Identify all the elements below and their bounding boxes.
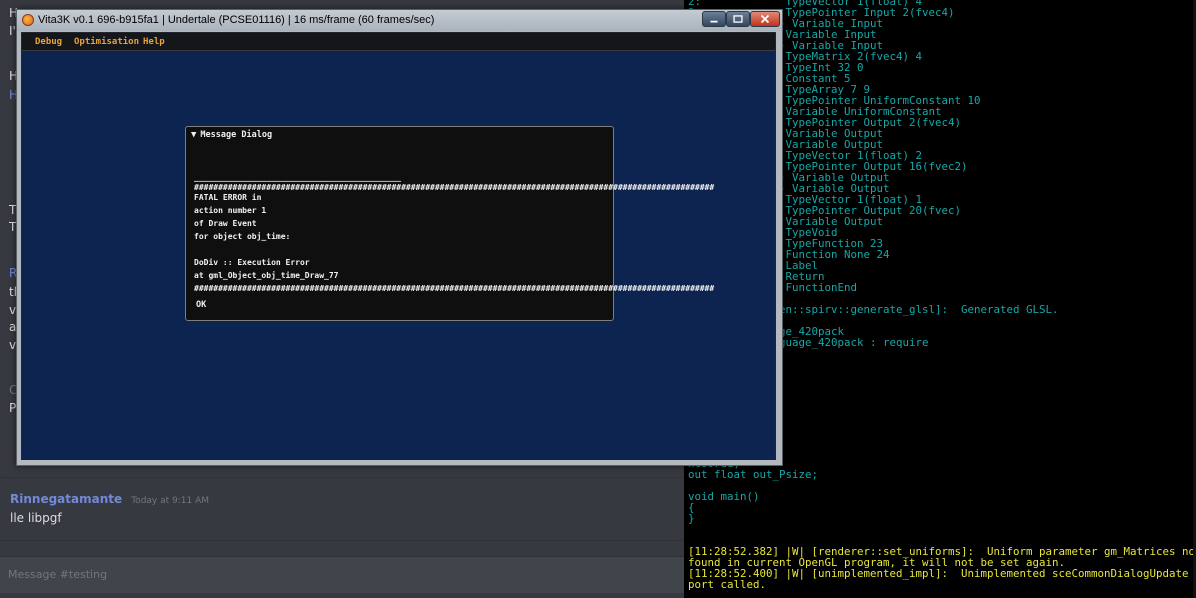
menu-help[interactable]: Help (143, 37, 165, 47)
message-input-placeholder: Message #testing (8, 568, 108, 581)
discord-text-fragment: I' (9, 24, 16, 38)
vita3k-window: Vita3K v0.1 696-b915fa1 | Undertale (PCS… (16, 9, 783, 466)
terminal-warning-line: port called. (688, 578, 767, 591)
message-timestamp: Today at 9:11 AM (131, 496, 210, 506)
message-dialog: ▼ Message Dialog ________________________… (185, 126, 714, 321)
dialog-title-bar[interactable]: ▼ Message Dialog (191, 130, 272, 140)
terminal-line: out float out_Psize; (688, 468, 819, 481)
dialog-text-line: ########################################… (194, 183, 715, 192)
menu-bar: Debug Optimisation Help (22, 33, 775, 51)
dialog-title: Message Dialog (200, 130, 273, 140)
dialog-text-line: for object obj_time: (194, 232, 291, 241)
message-text: lle libpgf (10, 511, 62, 525)
dialog-text-line: of Draw Event (194, 219, 257, 228)
close-button[interactable] (750, 11, 780, 27)
minimize-button[interactable] (702, 11, 726, 27)
dialog-text-line: ########################################… (194, 284, 715, 293)
minimize-icon (710, 20, 718, 23)
terminal-line: void main() (688, 490, 760, 503)
dialog-text-line: DoDiv :: Execution Error (194, 258, 310, 267)
collapse-arrow-icon[interactable]: ▼ (191, 130, 196, 140)
close-icon (760, 14, 770, 24)
message-input[interactable]: Message #testing (0, 556, 684, 593)
terminal-line: } (688, 512, 695, 525)
maximize-icon (733, 15, 743, 23)
chat-message: Rinnegatamante Today at 9:11 AM lle libp… (10, 488, 209, 525)
ok-button[interactable]: OK (196, 300, 206, 310)
menu-debug[interactable]: Debug (35, 37, 62, 47)
message-divider (0, 477, 684, 478)
title-bar[interactable]: Vita3K v0.1 696-b915fa1 | Undertale (PCS… (17, 10, 782, 31)
maximize-button[interactable] (726, 11, 750, 27)
dialog-text-line: action number 1 (194, 206, 267, 215)
menu-optimisation[interactable]: Optimisation (74, 37, 139, 47)
message-author[interactable]: Rinnegatamante (10, 492, 122, 506)
dialog-text-line: ________________________________________… (194, 173, 402, 182)
dialog-text-line: FATAL ERROR in (194, 193, 262, 202)
message-divider (0, 540, 684, 541)
dialog-text-line: at gml_Object_obj_time_Draw_77 (194, 271, 339, 280)
vita3k-app-icon (22, 14, 34, 26)
window-title: Vita3K v0.1 696-b915fa1 | Undertale (PCS… (38, 14, 435, 26)
